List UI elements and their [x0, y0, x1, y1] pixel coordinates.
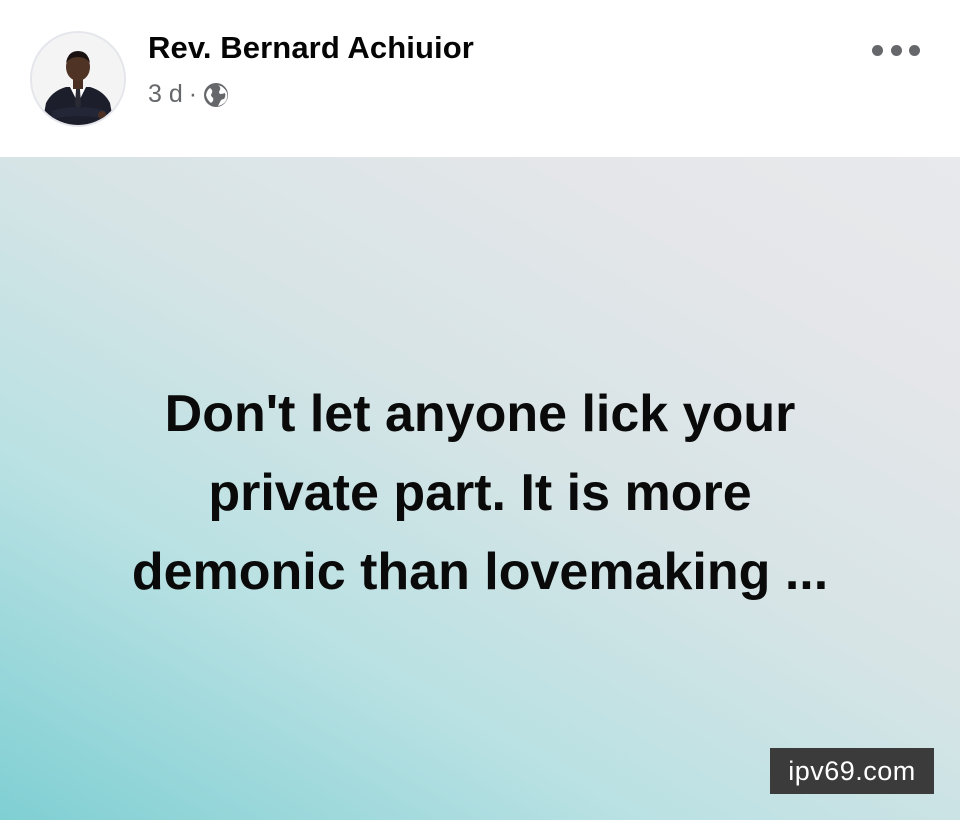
- post-background: Don't let anyone lick your private part.…: [0, 157, 960, 820]
- more-dot: [890, 44, 902, 56]
- post-card: Rev. Bernard Achiuior 3 d · Don't let an…: [0, 0, 960, 820]
- post-time[interactable]: 3 d: [148, 80, 183, 109]
- avatar-image: [32, 33, 124, 125]
- globe-icon[interactable]: [203, 82, 229, 108]
- more-dot: [909, 44, 920, 56]
- watermark: ipv69.com: [770, 748, 934, 794]
- more-dot: [872, 44, 883, 56]
- more-options-button[interactable]: [872, 36, 920, 64]
- avatar[interactable]: [30, 31, 126, 127]
- post-header: Rev. Bernard Achiuior 3 d ·: [0, 0, 960, 157]
- post-meta: 3 d ·: [148, 80, 229, 109]
- post-text: Don't let anyone lick your private part.…: [131, 385, 829, 601]
- author-name[interactable]: Rev. Bernard Achiuior: [148, 30, 474, 66]
- meta-separator: ·: [188, 80, 198, 108]
